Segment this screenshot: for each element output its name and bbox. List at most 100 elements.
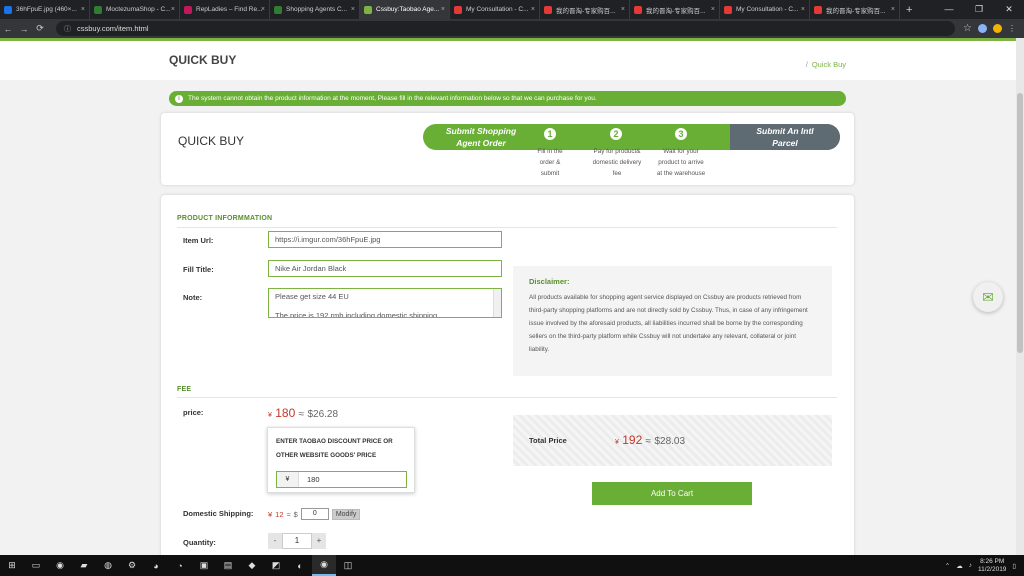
total-price-box: Total Price ¥ 192 ≈ $28.03 (513, 415, 832, 466)
price-cny: 180 (275, 406, 296, 420)
note-textarea[interactable]: Please get size 44 EU The price is 192 r… (268, 288, 502, 318)
qty-plus-button[interactable]: + (312, 533, 326, 549)
item-url-value: https://i.imgur.com/36hFpuE.jpg (275, 235, 381, 244)
tray-chevron-icon[interactable]: ⌃ (945, 562, 950, 570)
extension-icon[interactable] (993, 24, 1002, 33)
excel-icon[interactable]: ▤ (216, 555, 240, 576)
forward-icon[interactable]: → (16, 24, 32, 34)
notice-text: The system cannot obtain the product inf… (188, 95, 597, 102)
task-view-icon[interactable]: ▭ (24, 555, 48, 576)
clock[interactable]: 8:26 PM 11/2/2019 (978, 558, 1006, 574)
cloud-icon[interactable]: ☁ (956, 562, 963, 570)
qty-minus-button[interactable]: - (268, 533, 282, 549)
settings-icon[interactable]: ⚙ (120, 555, 144, 576)
tab-close-icon[interactable]: × (891, 6, 895, 13)
app-icon[interactable]: ▣ (192, 555, 216, 576)
tab-label: 我的晋淘-专家购百... (646, 7, 706, 15)
browser-tab[interactable]: Cssbuy:Taobao Age... × (360, 0, 450, 19)
maximize-icon[interactable]: ❐ (964, 0, 994, 19)
qty-input[interactable]: 1 (282, 533, 312, 549)
price-label: price: (183, 408, 204, 417)
quantity-stepper: - 1 + (268, 533, 326, 549)
page-scrollbar[interactable] (1016, 38, 1024, 555)
bookmark-star-icon[interactable]: ☆ (963, 23, 972, 34)
browser-tab[interactable]: Shopping Agents C... × (270, 0, 360, 19)
scrollbar-thumb[interactable] (1017, 93, 1023, 353)
browser-tab[interactable]: My Consultation - C... × (720, 0, 810, 19)
windows-start-icon[interactable]: ⊞ (0, 555, 24, 576)
tab-favicon-icon (94, 5, 102, 14)
reload-icon[interactable]: ⟳ (32, 23, 48, 34)
menu-kebab-icon[interactable]: ⋮ (1008, 24, 1016, 33)
tab-favicon-icon (184, 5, 192, 14)
browser-tab[interactable]: 我的晋淘-专家购百... × (810, 0, 900, 19)
app-icon[interactable]: ◆ (240, 555, 264, 576)
fill-title-value: Nike Air Jordan Black (275, 264, 347, 273)
total-price-label: Total Price (529, 436, 567, 445)
shipping-usd-input[interactable]: 0 (300, 508, 329, 520)
domestic-shipping-label: Domestic Shipping: (183, 509, 254, 518)
sublime-icon[interactable]: ◩ (264, 555, 288, 576)
quantity-label: Quantity: (183, 538, 216, 547)
app-icon[interactable]: ◐ (288, 555, 312, 576)
web-page: QUICK BUY / Quick Buy i The system cannot… (0, 38, 1024, 555)
new-tab-icon[interactable]: + (906, 0, 912, 19)
tab-favicon-icon (724, 5, 732, 14)
wechat-icon[interactable]: ◕ (144, 555, 168, 576)
back-icon[interactable]: ← (0, 24, 16, 34)
breadcrumb-quick-buy[interactable]: Quick Buy (812, 60, 846, 69)
item-url-label: Item Url: (183, 236, 214, 245)
tab-close-icon[interactable]: × (621, 6, 625, 13)
item-url-input[interactable]: https://i.imgur.com/36hFpuE.jpg (268, 231, 502, 248)
steam-icon[interactable]: ◍ (96, 555, 120, 576)
url-field[interactable]: ⓘ cssbuy.com/item.html (56, 21, 956, 36)
browser-tab[interactable]: MoctezumaShop - C... × (90, 0, 180, 19)
minimize-icon[interactable]: — (934, 0, 964, 19)
note-scrollbar[interactable] (493, 289, 501, 317)
window-controls: — ❐ ✕ (934, 0, 1024, 19)
breadcrumb: / Quick Buy (806, 60, 846, 69)
browser-tab[interactable]: 我的晋淘-专家购百... × (540, 0, 630, 19)
note-line-2: The price is 192 rmb including domestic … (275, 311, 438, 318)
modify-button[interactable]: Modify (331, 508, 361, 520)
tab-favicon-icon (814, 5, 822, 14)
fee-heading: FEE (177, 386, 192, 393)
browser-tab[interactable]: 我的晋淘-专家购百... × (630, 0, 720, 19)
fill-title-input[interactable]: Nike Air Jordan Black (268, 260, 502, 277)
tab-close-icon[interactable]: × (81, 6, 85, 13)
profile-avatar[interactable] (978, 24, 987, 33)
add-to-cart-button[interactable]: Add To Cart (592, 482, 752, 505)
tab-favicon-icon (454, 5, 462, 14)
app-icon[interactable]: ◫ (336, 555, 360, 576)
tab-close-icon[interactable]: × (261, 6, 265, 13)
tab-close-icon[interactable]: × (531, 6, 535, 13)
tab-close-icon[interactable]: × (711, 6, 715, 13)
mail-contact-icon[interactable]: ✉ (973, 282, 1003, 312)
shipping-yen-sign: ¥ (268, 509, 273, 519)
steps-card: QUICK BUY Submit Shopping Agent Order Su… (161, 113, 854, 230)
tab-label: My Consultation - C... (736, 6, 799, 13)
popup-currency: ¥ (277, 472, 299, 487)
price-entry-input[interactable]: ¥ 180 (276, 471, 407, 488)
tab-close-icon[interactable]: × (171, 6, 175, 13)
chrome-active-icon[interactable]: ◉ (312, 555, 336, 576)
volume-icon[interactable]: ♪ (969, 562, 972, 569)
browser-tab[interactable]: My Consultation - C... × (450, 0, 540, 19)
close-window-icon[interactable]: ✕ (994, 0, 1024, 19)
notifications-icon[interactable]: ▯ (1012, 562, 1016, 570)
tab-close-icon[interactable]: × (801, 6, 805, 13)
tab-close-icon[interactable]: × (351, 6, 355, 13)
tab-label: 我的晋淘-专家购百... (826, 7, 886, 15)
chrome-icon[interactable]: ◉ (48, 555, 72, 576)
app-icon[interactable]: ◔ (168, 555, 192, 576)
clock-date: 11/2/2019 (977, 565, 1007, 573)
browser-tab[interactable]: RepLadies – Find Re... × (180, 0, 270, 19)
popup-price-value: 180 (307, 475, 320, 484)
disclaimer-box: Disclaimer: All products available for s… (513, 266, 832, 376)
tab-close-icon[interactable]: × (441, 6, 445, 13)
browser-tab-bar: 36hFpuE.jpg (460×... × MoctezumaShop - C..… (0, 0, 1024, 19)
product-info-heading: PRODUCT INFORMMATION (177, 215, 273, 222)
browser-tab[interactable]: 36hFpuE.jpg (460×... × (0, 0, 90, 19)
step-1-number: 1 (543, 127, 557, 141)
file-explorer-icon[interactable]: ▰ (72, 555, 96, 576)
